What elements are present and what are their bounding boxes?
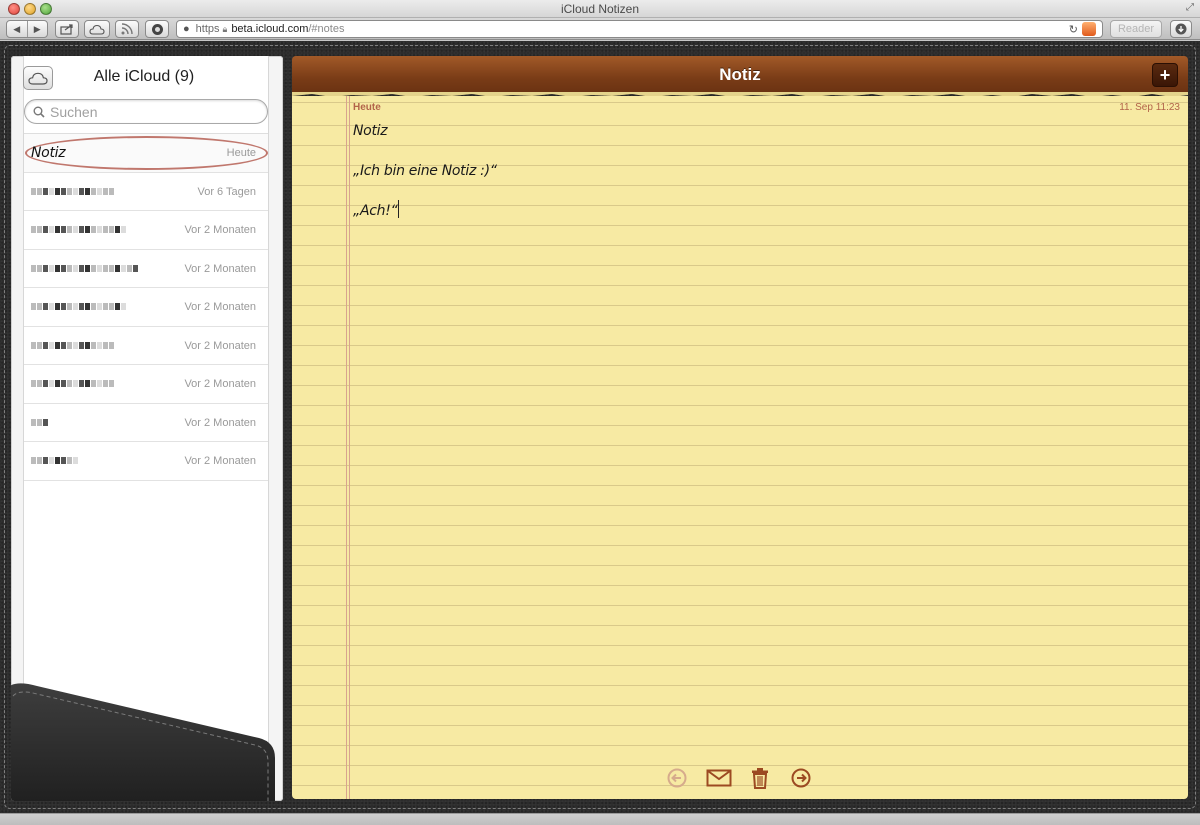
window-bottom-bar — [0, 813, 1200, 825]
note-day-label: Heute — [353, 102, 381, 113]
note-list-item[interactable]: Vor 2 Monaten — [24, 327, 268, 365]
fullscreen-icon[interactable]: ⤢ — [1186, 2, 1194, 13]
add-note-button[interactable]: + — [1152, 63, 1178, 87]
reader-button[interactable]: Reader — [1110, 20, 1162, 38]
note-header-title: Notiz — [719, 65, 761, 84]
leather-pocket — [11, 683, 275, 801]
note-item-date: Vor 6 Tagen — [197, 185, 256, 198]
pixelated-title — [31, 303, 126, 311]
paper-margin-line — [349, 96, 350, 799]
pixelated-title — [31, 418, 48, 427]
cloud-icon — [89, 24, 105, 35]
cloud-icon — [28, 72, 48, 85]
downloads-button[interactable] — [1170, 20, 1192, 38]
reload-icon[interactable]: ↻ — [1069, 23, 1078, 36]
previous-note-button[interactable] — [662, 763, 692, 793]
pixelated-title — [31, 341, 114, 350]
lock-icon: 🔒︎ — [222, 23, 228, 34]
address-bar[interactable]: ● https 🔒︎ beta.icloud.com /#notes ↻ — [176, 20, 1103, 38]
url-scheme: https — [195, 23, 220, 35]
trash-icon — [752, 768, 768, 789]
url-path: /#notes — [308, 23, 345, 35]
note-item-date: Vor 2 Monaten — [184, 262, 256, 275]
note-timestamp: 11. Sep 11:23 — [1119, 102, 1180, 113]
note-toolbar — [662, 763, 822, 793]
search-input[interactable] — [50, 103, 250, 120]
pixelated-title — [31, 187, 114, 196]
icloud-tabs-button[interactable] — [84, 20, 110, 38]
arrow-right-circle-icon — [791, 768, 811, 788]
pixelated-title — [31, 264, 138, 273]
note-list-item[interactable]: Vor 2 Monaten — [24, 250, 268, 288]
apple-icon: ● — [183, 23, 190, 35]
delete-note-button[interactable] — [745, 763, 775, 793]
pixelated-title — [31, 457, 78, 465]
rss-icon — [121, 23, 133, 35]
note-list-item[interactable]: Vor 2 Monaten — [24, 365, 268, 404]
notes-app: Alle iCloud (9) Notiz Heute Vor 6 Tagen … — [0, 41, 1200, 813]
note-list-item[interactable]: Vor 2 Monaten — [24, 288, 268, 327]
envelope-icon — [706, 769, 732, 787]
note-item-date: Vor 2 Monaten — [184, 224, 256, 236]
share-button[interactable] — [55, 20, 79, 38]
note-item-date: Vor 2 Monaten — [184, 455, 256, 467]
note-item-date: Vor 2 Monaten — [184, 416, 256, 429]
note-list: Notiz Heute Vor 6 Tagen Vor 2 Monaten Vo… — [24, 133, 268, 481]
back-forward-control: ◀ ▶ — [6, 20, 48, 38]
note-list-item[interactable]: Vor 2 Monaten — [24, 404, 268, 442]
note-item-date: Vor 2 Monaten — [184, 339, 256, 352]
download-icon — [1175, 23, 1187, 35]
sidebar-title: Alle iCloud (9) — [93, 68, 195, 85]
note-text-content[interactable]: „Ach!“ — [353, 203, 398, 219]
paper-margin-line — [346, 96, 347, 799]
url-host: beta.icloud.com — [231, 23, 309, 35]
addon-icon[interactable] — [1082, 22, 1096, 36]
note-header: Notiz + — [292, 56, 1188, 94]
arrow-left-circle-icon — [667, 768, 687, 788]
note-list-item[interactable]: Vor 2 Monaten — [24, 442, 268, 481]
note-text-line[interactable]: „Ich bin eine Notiz :)“ — [353, 160, 1153, 200]
next-note-button[interactable] — [786, 763, 816, 793]
accounts-button[interactable] — [23, 66, 53, 90]
note-editor: Notiz + Heute 11. Sep 11:23 Notiz „Ich b… — [292, 56, 1188, 799]
note-list-item[interactable]: Vor 2 Monaten — [24, 211, 268, 250]
search-icon — [33, 106, 45, 118]
notes-sidebar: Alle iCloud (9) Notiz Heute Vor 6 Tagen … — [11, 56, 283, 801]
note-item-title: Notiz — [31, 145, 66, 161]
back-button[interactable]: ◀ — [7, 21, 27, 37]
window-title: iCloud Notizen — [560, 2, 640, 16]
note-list-item[interactable]: Notiz Heute — [24, 134, 268, 173]
note-text-line-last[interactable]: „Ach!“ — [353, 200, 1153, 240]
note-item-date: Heute — [226, 147, 256, 159]
pixelated-title — [31, 226, 126, 234]
note-item-date: Vor 2 Monaten — [184, 301, 256, 313]
share-icon — [60, 24, 73, 35]
browser-toolbar: ◀ ▶ ● https 🔒︎ beta.icloud.com /#notes ↻… — [0, 18, 1200, 40]
text-caret — [398, 200, 400, 218]
extension-icon — [151, 23, 163, 35]
forward-button[interactable]: ▶ — [26, 21, 48, 37]
rss-button[interactable] — [115, 20, 139, 38]
pixelated-title — [31, 380, 114, 388]
note-text-line[interactable]: Notiz — [353, 120, 1153, 160]
extension-button[interactable] — [145, 20, 169, 38]
note-list-item[interactable]: Vor 6 Tagen — [24, 173, 268, 211]
note-item-date: Vor 2 Monaten — [184, 378, 256, 390]
search-field[interactable] — [24, 99, 268, 124]
email-note-button[interactable] — [702, 763, 736, 793]
note-body[interactable]: Notiz „Ich bin eine Notiz :)“ „Ach!“ — [353, 120, 1153, 240]
window-titlebar: iCloud Notizen ⤢ — [0, 0, 1200, 18]
